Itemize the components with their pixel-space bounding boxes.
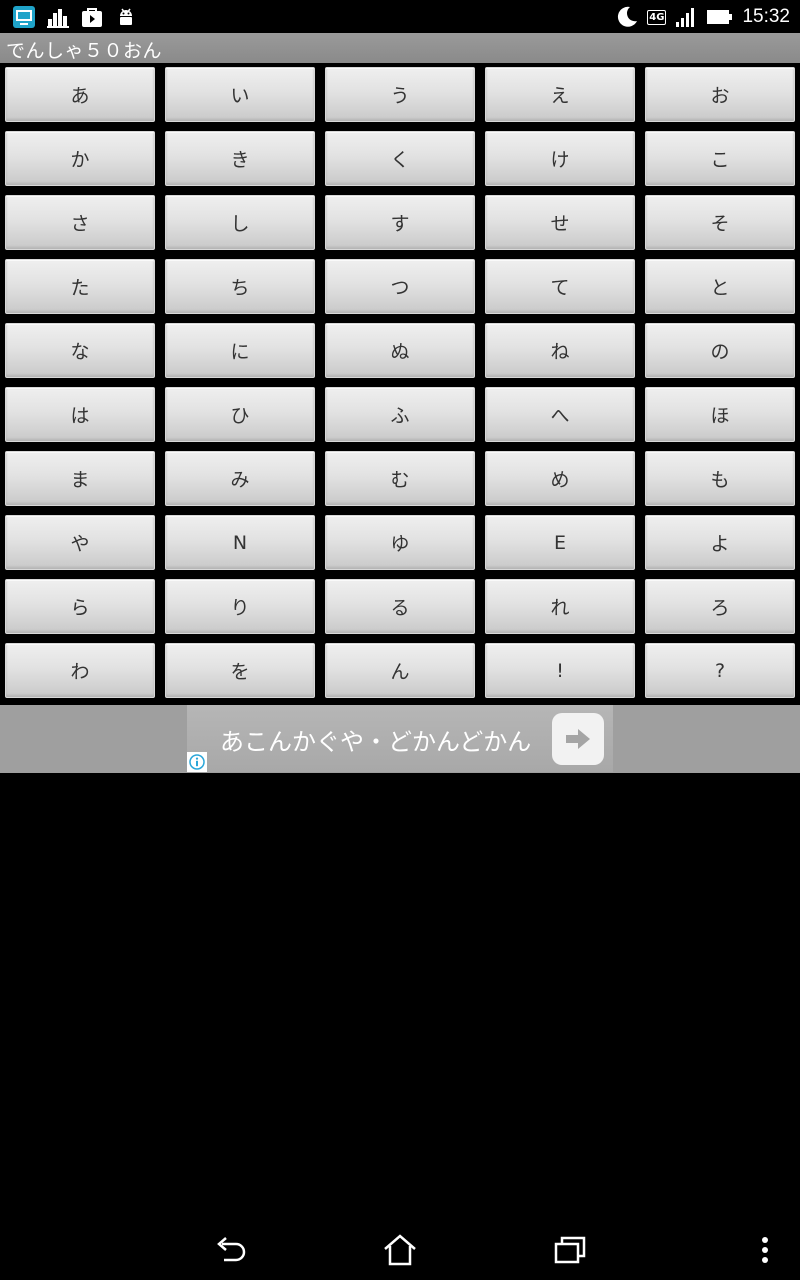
kana-key[interactable]: く <box>325 131 475 186</box>
kana-key[interactable]: そ <box>645 195 795 250</box>
kana-key[interactable]: む <box>325 451 475 506</box>
kana-key[interactable]: わ <box>5 643 155 698</box>
kana-key[interactable]: ち <box>165 259 315 314</box>
chart-app-icon <box>46 5 70 29</box>
kana-key[interactable]: え <box>485 67 635 122</box>
app-title: でんしゃ５０おん <box>6 40 163 62</box>
kana-key[interactable]: し <box>165 195 315 250</box>
ad-banner[interactable]: あこんかぐや・どかんどかん <box>187 705 613 772</box>
kana-key[interactable]: は <box>5 387 155 442</box>
kana-key[interactable]: に <box>165 323 315 378</box>
kana-key[interactable]: こ <box>645 131 795 186</box>
kana-key[interactable]: ひ <box>165 387 315 442</box>
screen-app-icon <box>12 5 36 29</box>
kana-key[interactable]: お <box>645 67 795 122</box>
kana-key[interactable]: な <box>5 323 155 378</box>
kana-key[interactable]: さ <box>5 195 155 250</box>
store-bag-icon <box>80 5 104 29</box>
network-4g-icon: 4G <box>647 9 667 25</box>
kana-key[interactable]: を <box>165 643 315 698</box>
kana-key[interactable]: め <box>485 451 635 506</box>
info-icon <box>189 754 205 770</box>
kana-key[interactable]: ほ <box>645 387 795 442</box>
kana-key[interactable]: う <box>325 67 475 122</box>
kana-key[interactable]: せ <box>485 195 635 250</box>
ad-info-button[interactable] <box>187 752 207 772</box>
kana-key[interactable]: N <box>165 515 315 570</box>
moon-icon <box>615 5 639 29</box>
overflow-menu-button[interactable] <box>745 1230 785 1270</box>
kana-key[interactable]: よ <box>645 515 795 570</box>
ad-bar: あこんかぐや・どかんどかん <box>0 705 800 773</box>
kana-key[interactable]: あ <box>5 67 155 122</box>
kana-key[interactable]: ね <box>485 323 635 378</box>
recent-apps-icon <box>554 1236 586 1264</box>
app-title-bar: でんしゃ５０おん <box>0 33 800 63</box>
kana-key[interactable]: り <box>165 579 315 634</box>
notification-icons <box>12 5 138 29</box>
kana-key[interactable]: も <box>645 451 795 506</box>
home-icon <box>384 1234 416 1266</box>
kana-key[interactable]: ら <box>5 579 155 634</box>
kana-key[interactable]: け <box>485 131 635 186</box>
kana-key[interactable]: み <box>165 451 315 506</box>
clock: 15:32 <box>742 6 790 27</box>
kana-key[interactable]: い <box>165 67 315 122</box>
status-bar: 4G 15:32 <box>0 0 800 33</box>
battery-icon <box>706 5 734 29</box>
kana-key[interactable]: ろ <box>645 579 795 634</box>
kana-key[interactable]: ん <box>325 643 475 698</box>
overflow-menu-icon <box>762 1237 768 1263</box>
ad-cta-button[interactable] <box>552 713 604 765</box>
kana-key[interactable]: て <box>485 259 635 314</box>
kana-key[interactable]: ま <box>5 451 155 506</box>
kana-key[interactable]: ふ <box>325 387 475 442</box>
arrow-right-icon <box>566 729 590 749</box>
kana-key[interactable]: た <box>5 259 155 314</box>
back-button[interactable] <box>210 1230 250 1270</box>
kana-key[interactable]: ゆ <box>325 515 475 570</box>
back-icon <box>217 1237 246 1262</box>
system-status: 4G 15:32 <box>615 4 790 30</box>
kana-key[interactable]: き <box>165 131 315 186</box>
kana-key[interactable]: と <box>645 259 795 314</box>
kana-key[interactable]: る <box>325 579 475 634</box>
recent-apps-button[interactable] <box>550 1230 590 1270</box>
kana-key[interactable]: つ <box>325 259 475 314</box>
navigation-bar <box>0 1218 800 1280</box>
ad-text: あこんかぐや・どかんどかん <box>220 728 532 756</box>
kana-key[interactable]: の <box>645 323 795 378</box>
kana-key[interactable]: ! <box>485 643 635 698</box>
kana-key[interactable]: す <box>325 195 475 250</box>
home-button[interactable] <box>380 1230 420 1270</box>
kana-key[interactable]: れ <box>485 579 635 634</box>
android-debug-icon <box>114 5 138 29</box>
kana-key[interactable]: ぬ <box>325 323 475 378</box>
kana-key[interactable]: へ <box>485 387 635 442</box>
signal-icon <box>674 5 698 29</box>
kana-key[interactable]: E <box>485 515 635 570</box>
kana-key[interactable]: か <box>5 131 155 186</box>
kana-key[interactable]: や <box>5 515 155 570</box>
kana-key[interactable]: ? <box>645 643 795 698</box>
